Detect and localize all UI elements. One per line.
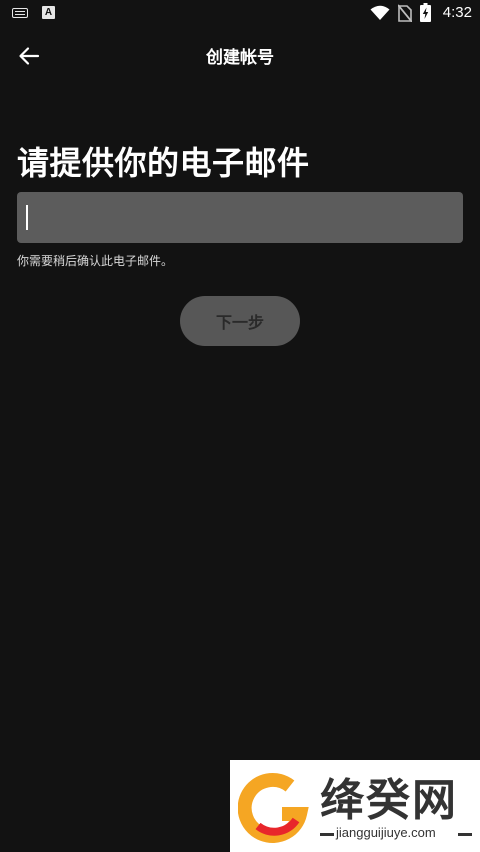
- screen: A 4:32 创建帐号 请提供你的电子邮件 你需要稍后确认此电子邮件。 下一步 …: [0, 0, 480, 852]
- watermark-line-right: [458, 833, 472, 836]
- no-sim-icon: [397, 3, 412, 22]
- clock-time: 4:32: [442, 4, 472, 21]
- battery-charging-icon: [419, 3, 431, 22]
- app-bar: 创建帐号: [0, 28, 480, 84]
- email-input[interactable]: [17, 192, 463, 243]
- status-bar: A 4:32: [0, 0, 480, 28]
- page-title: 创建帐号: [206, 48, 274, 68]
- a-notification-icon: A: [42, 6, 55, 19]
- keyboard-icon: [12, 7, 28, 18]
- email-hint: 你需要稍后确认此电子邮件。: [17, 254, 174, 268]
- status-bar-left: A: [12, 6, 55, 19]
- next-button[interactable]: 下一步: [180, 296, 300, 346]
- watermark-line-left: [320, 833, 334, 836]
- watermark-url: jiangguijiuye.com: [336, 825, 436, 840]
- form-heading: 请提供你的电子邮件: [17, 144, 310, 182]
- watermark: 绛癸网 jiangguijiuye.com: [230, 760, 480, 852]
- wifi-icon: [370, 5, 390, 20]
- text-cursor: [26, 205, 28, 230]
- status-bar-right: 4:32: [370, 3, 472, 22]
- watermark-logo-icon: [238, 773, 309, 843]
- watermark-brand: 绛癸网: [320, 775, 458, 826]
